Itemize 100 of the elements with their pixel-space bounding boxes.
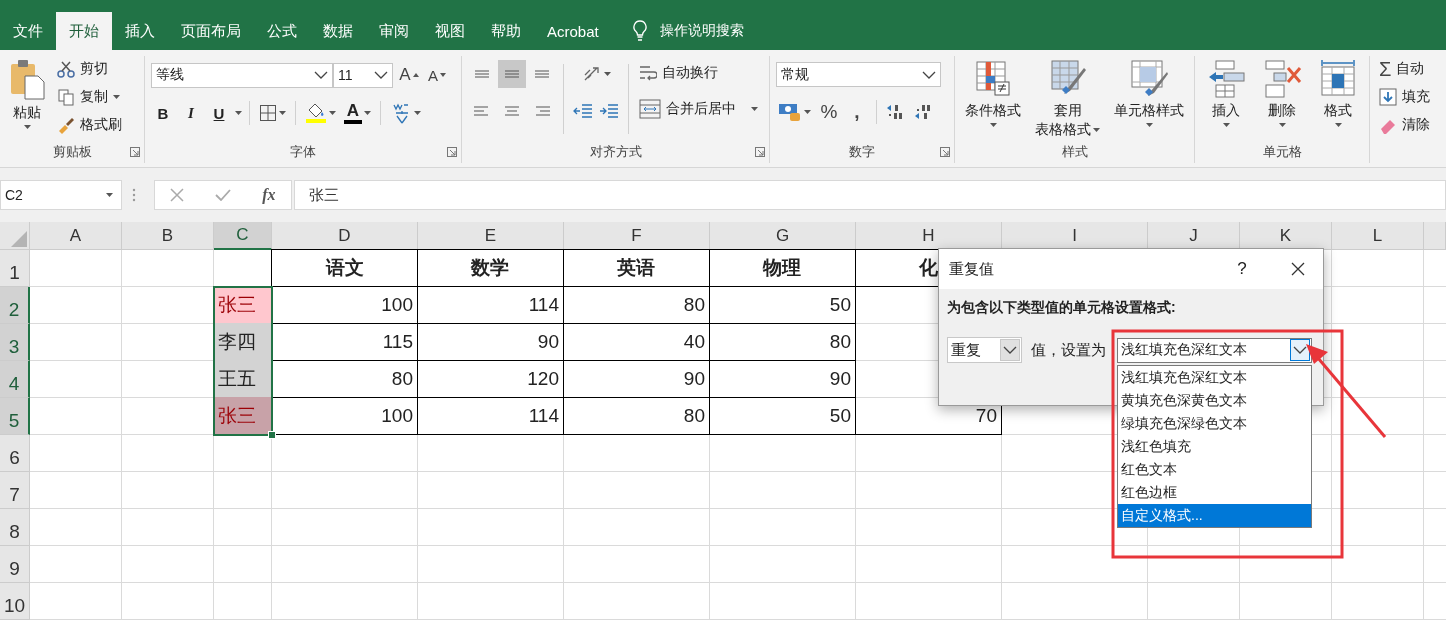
column-header[interactable]: K (1240, 222, 1332, 250)
row-header[interactable]: 8 (0, 509, 30, 546)
cells-button[interactable]: 插入 (1203, 56, 1249, 129)
dropdown-option[interactable]: 绿填充色深绿色文本 (1118, 411, 1311, 435)
table-cell: 李四 (213, 323, 272, 361)
dropdown-option[interactable]: 红色边框 (1118, 480, 1311, 504)
row-header[interactable]: 1 (0, 250, 30, 287)
caret-icon (440, 73, 446, 77)
cells-button[interactable]: 删除 (1259, 56, 1305, 129)
bottom-align-icon (533, 70, 551, 78)
value-type-select[interactable]: 重复 (947, 337, 1022, 363)
column-header[interactable]: E (418, 222, 564, 250)
table-cell: 80 (709, 323, 856, 361)
caret-icon (1334, 123, 1342, 127)
styles-button[interactable]: 套用 表格格式 (1032, 56, 1103, 141)
row-header[interactable]: 9 (0, 546, 30, 583)
column-header[interactable]: B (122, 222, 214, 250)
caret-icon (1145, 123, 1153, 127)
ribbon-tab[interactable]: 视图 (422, 12, 478, 50)
formula-field[interactable]: 张三 (294, 180, 1446, 210)
copy-button[interactable]: 复制 (54, 84, 125, 110)
group-label: 单元格 (1262, 143, 1302, 161)
insert-function-button[interactable]: fx (262, 186, 276, 204)
fill-button[interactable]: 填充 (1376, 84, 1433, 110)
cells-button[interactable]: 格式 (1315, 56, 1361, 129)
dropdown-option[interactable]: 红色文本 (1118, 457, 1311, 481)
wrap-text-button[interactable]: 自动换行 (636, 60, 761, 86)
comma-style-button[interactable]: , (845, 99, 869, 125)
row-header[interactable]: 2 (0, 287, 30, 324)
dialog-title: 重复值 (949, 259, 994, 279)
caret-icon (279, 111, 286, 115)
table-cell: 90 (563, 360, 710, 398)
close-icon (1291, 262, 1305, 276)
row-header[interactable]: 10 (0, 583, 30, 620)
decrease-font-size-button[interactable]: A (425, 62, 449, 88)
format-painter-button[interactable]: 格式刷 (54, 112, 125, 138)
underline-button[interactable]: U (207, 100, 231, 126)
ribbon-tab[interactable]: 开始 (56, 12, 112, 50)
dropdown-option[interactable]: 自定义格式... (1118, 503, 1311, 527)
number-format-field[interactable]: 常规 (776, 62, 941, 87)
increase-font-size-button[interactable]: A (397, 62, 421, 88)
cut-button[interactable]: 剪切 (54, 56, 125, 82)
ribbon-tab[interactable]: 公式 (254, 12, 310, 50)
caret-icon (364, 111, 371, 115)
ribbon-tab[interactable]: 页面布局 (168, 12, 254, 50)
table-header-cell: 语文 (271, 249, 418, 287)
column-header[interactable]: A (30, 222, 122, 250)
format-cells-icon (1318, 58, 1358, 98)
column-header[interactable]: H (856, 222, 1002, 250)
clipboard-icon (9, 58, 45, 100)
autosum-button[interactable]: Σ 自动 (1376, 56, 1433, 82)
column-header[interactable]: L (1332, 222, 1424, 250)
fill-handle[interactable] (268, 431, 276, 439)
format-select[interactable]: 浅红填充色深红文本 (1117, 337, 1312, 363)
copy-icon (57, 88, 75, 106)
clear-button[interactable]: 清除 (1376, 112, 1433, 138)
percent-button[interactable]: % (817, 99, 841, 125)
align-center-icon (503, 106, 521, 116)
table-cell: 114 (417, 286, 564, 324)
column-header[interactable]: C (214, 222, 272, 250)
table-cell: 50 (709, 397, 856, 435)
ribbon-tab[interactable]: 插入 (112, 12, 168, 50)
ribbon-tab[interactable]: 审阅 (366, 12, 422, 50)
dropdown-option[interactable]: 浅红填充色深红文本 (1118, 365, 1311, 389)
dropdown-option[interactable]: 浅红色填充 (1118, 434, 1311, 458)
row-header[interactable]: 7 (0, 472, 30, 509)
scissors-icon (57, 60, 75, 78)
column-header[interactable]: G (710, 222, 856, 250)
dropdown-option[interactable]: 黄填充色深黄色文本 (1118, 388, 1311, 412)
column-header[interactable]: F (564, 222, 710, 250)
caret-icon (106, 193, 113, 197)
cell-style-icon (1129, 58, 1169, 98)
italic-button[interactable]: I (179, 100, 203, 126)
ribbon-tab[interactable]: 文件 (0, 12, 56, 50)
font-name-field[interactable]: 等线 (151, 62, 333, 88)
bold-button[interactable]: B (151, 100, 175, 126)
row-header[interactable]: 3 (0, 324, 30, 361)
column-header[interactable]: D (272, 222, 418, 250)
caret-icon (329, 111, 336, 115)
middle-align-icon (503, 70, 521, 78)
ribbon-tab[interactable]: 帮助 (478, 12, 534, 50)
name-box[interactable]: C2 (0, 180, 122, 210)
font-size-field[interactable]: 11 (333, 62, 393, 88)
paste-button[interactable]: 粘贴 (6, 56, 48, 131)
ribbon-tab[interactable]: Acrobat (534, 12, 612, 50)
styles-button[interactable]: 单元格样式 (1111, 56, 1187, 129)
font-color-button[interactable]: A (342, 100, 373, 126)
chevron-icon (374, 71, 388, 79)
help-button[interactable]: ? (1227, 259, 1257, 279)
tell-me-search[interactable]: 操作说明搜索 (631, 12, 744, 50)
row-header[interactable]: 5 (0, 398, 30, 435)
dialog-launcher-icon (130, 147, 140, 157)
column-header[interactable]: I (1002, 222, 1148, 250)
table-cell: 张三 (213, 397, 272, 435)
ribbon-tab[interactable]: 数据 (310, 12, 366, 50)
row-header[interactable]: 6 (0, 435, 30, 472)
styles-button[interactable]: 条件格式 (962, 56, 1024, 129)
column-header[interactable]: J (1148, 222, 1240, 250)
merge-center-button[interactable]: 合并后居中 (636, 96, 761, 122)
row-header[interactable]: 4 (0, 361, 30, 398)
